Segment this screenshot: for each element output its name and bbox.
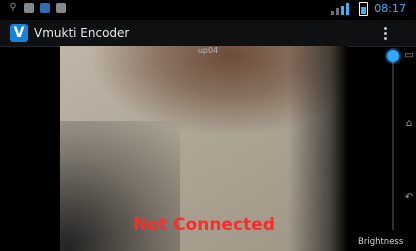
navigation-bar: ▭ ⌂ ↶ — [402, 46, 416, 251]
app-title: Vmukti Encoder — [34, 26, 130, 40]
brightness-slider[interactable] — [387, 50, 399, 230]
message-icon — [56, 3, 66, 13]
back-icon[interactable]: ↶ — [404, 192, 414, 203]
status-bar: ⚲ 08:17 — [0, 0, 416, 20]
clock: 08:17 — [374, 2, 406, 15]
home-icon[interactable]: ⌂ — [404, 118, 414, 129]
stream-name-label: up04 — [197, 46, 219, 55]
connection-status: Not Connected — [133, 215, 275, 235]
brightness-slider-thumb[interactable] — [387, 50, 399, 62]
overflow-menu-button[interactable] — [380, 23, 390, 43]
system-icons: 08:17 — [331, 2, 406, 16]
notification-icons: ⚲ — [8, 3, 66, 13]
action-bar: V Vmukti Encoder — [0, 20, 416, 47]
image-icon — [24, 3, 34, 13]
signal-icon — [331, 3, 353, 15]
usb-icon: ⚲ — [9, 2, 17, 13]
brightness-label: Brightness — [358, 237, 404, 247]
brightness-slider-track[interactable] — [392, 54, 394, 230]
app-notification-icon — [40, 3, 50, 13]
app-logo-icon[interactable]: V — [10, 24, 28, 42]
battery-icon — [359, 2, 369, 16]
recent-apps-icon[interactable]: ▭ — [404, 50, 414, 61]
